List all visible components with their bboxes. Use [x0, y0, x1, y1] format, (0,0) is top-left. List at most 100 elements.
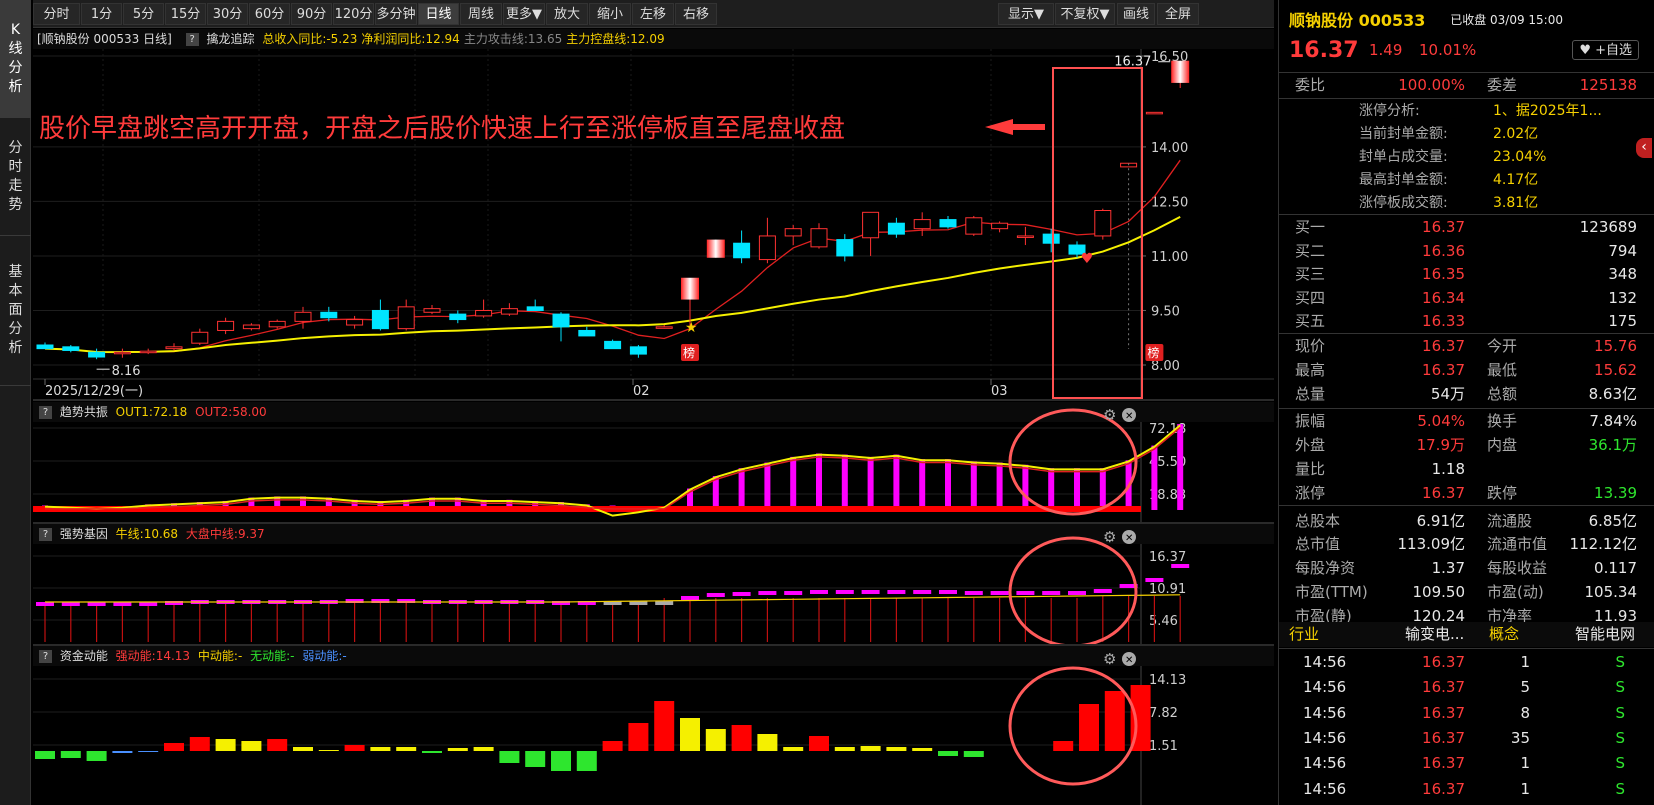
- bid-price: 16.35: [1422, 265, 1465, 283]
- candle-body: [371, 309, 389, 330]
- indicator2-niu: 牛线:10.68: [115, 527, 179, 541]
- collapse-arrow-icon[interactable]: ‹: [1636, 138, 1652, 158]
- candle-body: [1145, 111, 1163, 115]
- concept-value[interactable]: 智能电网: [1575, 622, 1635, 647]
- weibi-label: 委比: [1295, 76, 1326, 94]
- strong-gene-chart[interactable]: 16.3710.915.46⚙ ✕: [33, 528, 1274, 704]
- zt-value: 3.81亿: [1493, 195, 1539, 211]
- tick-row: 14:56 16.37 35 S: [1279, 726, 1654, 751]
- toolbar-button[interactable]: 30分: [207, 3, 248, 25]
- bid-row: 买三 16.35 348: [1279, 262, 1654, 287]
- gene-bar: [784, 591, 803, 595]
- stat-value: 105.34: [1584, 583, 1638, 601]
- gene-bar: [655, 601, 674, 605]
- help-icon[interactable]: ?: [39, 528, 52, 541]
- price-change-pct: 10.01%: [1419, 41, 1477, 59]
- main-kline-chart[interactable]: 16.5014.0012.5011.009.508.002025/12/29(一…: [33, 49, 1274, 399]
- zt-value: 23.04%: [1493, 149, 1547, 165]
- toolbar-button[interactable]: 120分: [333, 3, 374, 25]
- stat-value: 16.37: [1422, 360, 1465, 379]
- trend-bar: [867, 456, 874, 510]
- trend-bar: [945, 459, 951, 510]
- left-tab-2[interactable]: 基本面分析: [0, 236, 31, 386]
- concept-label[interactable]: 概念: [1489, 622, 1519, 647]
- toolbar-button[interactable]: 放大: [546, 3, 588, 25]
- stat-row: 振幅 5.04% 换手 7.84%: [1279, 409, 1654, 434]
- toolbar-button[interactable]: 左移: [632, 3, 674, 25]
- toolbar-button[interactable]: 日线: [418, 3, 459, 25]
- trend-resonance-chart[interactable]: 72.1845.5018.83⚙ ✕: [33, 406, 1274, 582]
- momentum-bar: [499, 751, 520, 763]
- momentum-bar: [783, 747, 804, 751]
- momentum-bar: [293, 747, 313, 751]
- left-tab-char: 势: [8, 196, 23, 213]
- y-axis-label: 14.00: [1151, 141, 1188, 156]
- toolbar-right-button[interactable]: 全屏: [1157, 3, 1199, 25]
- chart-area: [顺钠股份 000533 日线] ? 擒龙追踪 总收入同比:-5.23 净利润同比…: [33, 29, 1274, 805]
- gene-bar: [861, 590, 880, 594]
- trend-bar: [1151, 445, 1158, 510]
- trend-bar: [738, 468, 745, 510]
- price-change: 1.49: [1369, 41, 1403, 59]
- candle-body: [191, 331, 209, 344]
- main-info-item: 净利润同比:12.94: [361, 32, 460, 46]
- toolbar-button[interactable]: 缩小: [589, 3, 631, 25]
- momentum-bar: [731, 725, 752, 751]
- left-tab-0[interactable]: K线分析: [0, 0, 31, 118]
- toolbar-right-button[interactable]: 不复权▼: [1055, 3, 1115, 25]
- candle-body: [629, 346, 647, 355]
- toolbar-button[interactable]: 右移: [675, 3, 717, 25]
- tick-side: S: [1615, 703, 1625, 722]
- help-icon[interactable]: ?: [39, 406, 52, 419]
- industry-label[interactable]: 行业: [1289, 622, 1319, 647]
- candle-body: [36, 344, 54, 350]
- help-icon[interactable]: ?: [185, 33, 199, 46]
- left-tab-1[interactable]: 分时走势: [0, 118, 31, 236]
- stat-value: 54万: [1430, 384, 1465, 403]
- zt-analysis-row: 封单占成交量: 23.04%: [1279, 145, 1654, 170]
- stat-value: 0.117: [1594, 559, 1637, 578]
- toolbar-button[interactable]: 分时: [33, 3, 80, 25]
- toolbar-button[interactable]: 5分: [123, 3, 164, 25]
- stat-label: 每股收益: [1487, 559, 1548, 578]
- industry-value[interactable]: 输变电...: [1405, 622, 1464, 647]
- gear-icon[interactable]: ⚙: [1103, 406, 1116, 424]
- toolbar-button[interactable]: 周线: [460, 3, 502, 25]
- indicator-name[interactable]: 擒龙追踪: [206, 32, 254, 46]
- trend-bar: [1074, 468, 1080, 510]
- stat-value: 109.50: [1412, 583, 1466, 601]
- candle-body: [810, 228, 828, 248]
- indicator1-title[interactable]: 趋势共振: [60, 405, 108, 419]
- stat-label: 市盈(动): [1487, 583, 1544, 601]
- toolbar-button[interactable]: 15分: [165, 3, 206, 25]
- indicator2-title[interactable]: 强势基因: [60, 527, 108, 541]
- indicator3-title[interactable]: 资金动能: [60, 649, 108, 663]
- stat-row: 总量 54万 总额 8.63亿: [1279, 382, 1654, 407]
- momentum-bar: [1053, 741, 1074, 751]
- toolbar-button[interactable]: 1分: [81, 3, 122, 25]
- toolbar-right-button[interactable]: 显示▼: [998, 3, 1054, 25]
- momentum-bar: [422, 751, 442, 753]
- close-glyph: ✕: [1125, 533, 1133, 544]
- indicator3-none: 无动能:-: [250, 649, 295, 663]
- bid-row: 买四 16.34 132: [1279, 286, 1654, 311]
- gear-icon[interactable]: ⚙: [1103, 650, 1116, 668]
- trend-bar: [970, 461, 977, 510]
- trend-bar: [893, 454, 900, 510]
- capital-momentum-chart[interactable]: 14.13 7.82 1.51 ⚙ ✕: [33, 650, 1274, 805]
- period-toolbar: 分时 1分 5分 15分 30分 60分 90分 120分 多分钟 日线 周线 更多▼ 放大 缩小 左移 右移…: [33, 0, 1274, 28]
- y-axis-label: 14.13: [1149, 673, 1186, 688]
- toolbar-button[interactable]: 多分钟: [375, 3, 417, 25]
- gear-icon[interactable]: ⚙: [1103, 528, 1116, 546]
- y-axis-label: 5.46: [1149, 614, 1178, 629]
- candle-body: [62, 346, 80, 351]
- toolbar-button[interactable]: 更多▼: [503, 3, 545, 25]
- zt-analysis-row: 涨停板成交额: 3.81亿: [1279, 191, 1654, 216]
- stat-value: 16.37: [1422, 483, 1465, 502]
- toolbar-right-button[interactable]: 画线: [1117, 3, 1155, 25]
- weibi-value: 100.00%: [1398, 76, 1465, 94]
- toolbar-button[interactable]: 90分: [291, 3, 332, 25]
- add-watchlist-button[interactable]: ♥ +自选: [1572, 40, 1639, 60]
- toolbar-button[interactable]: 60分: [249, 3, 290, 25]
- help-icon[interactable]: ?: [39, 650, 52, 663]
